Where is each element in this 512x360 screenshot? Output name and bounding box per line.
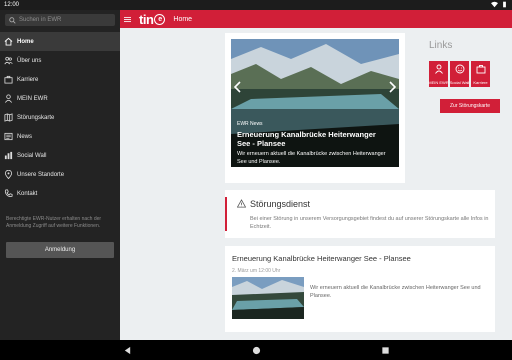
news-slider[interactable]: EWR News Erneuerung Kanalbrücke Heiterwa… bbox=[231, 39, 399, 167]
nav-item-label: News bbox=[17, 133, 33, 140]
service-title: Störungsdienst bbox=[250, 199, 311, 209]
nav-item-home[interactable]: Home bbox=[0, 32, 120, 51]
app-bar: tin e Home bbox=[120, 10, 512, 28]
battery-icon bbox=[503, 1, 506, 8]
search-input[interactable]: Suchen in EWR bbox=[5, 14, 115, 26]
pin-icon bbox=[4, 170, 13, 179]
logo-circle: e bbox=[154, 13, 166, 25]
warning-icon bbox=[237, 199, 246, 208]
nav-item-social-wall[interactable]: Social Wall bbox=[0, 146, 120, 165]
news-card[interactable]: Erneuerung Kanalbrücke Heiterwanger See … bbox=[225, 246, 495, 332]
link-tile-mein-ewr[interactable]: MEIN EWR bbox=[428, 61, 449, 87]
news-slider-card: EWR News Erneuerung Kanalbrücke Heiterwa… bbox=[225, 33, 405, 183]
news-thumbnail bbox=[232, 277, 304, 319]
people-icon bbox=[4, 56, 13, 65]
accent-bar bbox=[225, 197, 227, 231]
nav-item-news[interactable]: News bbox=[0, 127, 120, 146]
smiley-icon bbox=[455, 64, 464, 74]
chart-icon bbox=[4, 151, 13, 160]
page-title: Home bbox=[173, 15, 193, 23]
navigation-drawer: Suchen in EWR Home Über uns Karriere MEI… bbox=[0, 10, 120, 340]
map-icon bbox=[4, 113, 13, 122]
service-text: Bei einer Störung in unserem Versorgungs… bbox=[250, 216, 489, 230]
newspaper-icon bbox=[4, 132, 13, 141]
nav-item-label: MEIN EWR bbox=[17, 95, 48, 102]
drawer-menu: Home Über uns Karriere MEIN EWR Störungs… bbox=[0, 32, 120, 203]
nav-item-label: Über uns bbox=[17, 57, 42, 64]
login-hint: Berechtigte EWR-Nutzer erhalten nach der… bbox=[6, 216, 102, 229]
search-placeholder: Suchen in EWR bbox=[19, 17, 62, 23]
wifi-icon bbox=[491, 1, 498, 8]
status-time: 12:00 bbox=[4, 1, 20, 8]
logo-text: tin bbox=[139, 11, 154, 27]
link-tile-karriere[interactable]: Karriere bbox=[471, 61, 490, 87]
system-icons bbox=[491, 1, 508, 8]
nav-item-career[interactable]: Karriere bbox=[0, 70, 120, 89]
nav-item-label: Home bbox=[17, 38, 34, 45]
nav-item-standorte[interactable]: Unsere Standorte bbox=[0, 165, 120, 184]
nav-item-label: Karriere bbox=[17, 76, 39, 83]
nav-item-about[interactable]: Über uns bbox=[0, 51, 120, 70]
home-icon bbox=[4, 37, 13, 46]
link-tiles: MEIN EWR Social Wall Karriere bbox=[428, 61, 490, 87]
recents-icon[interactable] bbox=[381, 346, 390, 355]
links-heading: Links bbox=[429, 40, 453, 51]
slider-headline: Erneuerung Kanalbrücke Heiterwanger See … bbox=[237, 130, 376, 148]
link-tile-social-wall[interactable]: Social Wall bbox=[450, 61, 469, 87]
search-icon bbox=[9, 16, 16, 24]
stoerungsdienst-card[interactable]: Störungsdienst Bei einer Störung in unse… bbox=[225, 190, 495, 238]
nav-item-kontakt[interactable]: Kontakt bbox=[0, 184, 120, 203]
slider-tag: EWR News bbox=[237, 121, 263, 127]
stoerungskarte-button[interactable]: Zur Störungskarte bbox=[440, 99, 500, 113]
nav-item-label: Social Wall bbox=[17, 152, 47, 159]
login-button[interactable]: Anmeldung bbox=[6, 242, 114, 258]
main-content: EWR News Erneuerung Kanalbrücke Heiterwa… bbox=[120, 28, 512, 340]
slider-next-icon[interactable] bbox=[387, 81, 397, 93]
nav-item-stoerungskarte[interactable]: Störungskarte bbox=[0, 108, 120, 127]
nav-item-label: Unsere Standorte bbox=[17, 171, 65, 178]
system-nav-bar bbox=[0, 340, 512, 360]
menu-icon[interactable] bbox=[124, 16, 131, 23]
news-teaser: Wir erneuern aktuell die Kanalbrücke zwi… bbox=[310, 285, 481, 299]
news-title: Erneuerung Kanalbrücke Heiterwanger See … bbox=[232, 254, 411, 263]
person-icon bbox=[434, 64, 443, 74]
status-bar: 12:00 bbox=[0, 0, 512, 10]
tile-label: MEIN EWR bbox=[428, 80, 449, 85]
back-icon[interactable] bbox=[123, 346, 132, 355]
slider-caption: EWR News Erneuerung Kanalbrücke Heiterwa… bbox=[237, 121, 387, 166]
app-logo[interactable]: tin e bbox=[139, 11, 166, 27]
person-icon bbox=[5, 94, 12, 103]
nav-item-label: Kontakt bbox=[17, 190, 38, 197]
nav-item-mein-ewr[interactable]: MEIN EWR bbox=[0, 89, 120, 108]
slider-prev-icon[interactable] bbox=[233, 81, 243, 93]
news-date: 2. März um 12:00 Uhr bbox=[232, 268, 281, 274]
tile-label: Social Wall bbox=[449, 80, 470, 85]
briefcase-icon bbox=[4, 75, 13, 84]
nav-item-label: Störungskarte bbox=[17, 114, 55, 121]
home-button-icon[interactable] bbox=[252, 346, 261, 355]
tile-label: Karriere bbox=[473, 80, 488, 85]
briefcase-icon bbox=[476, 65, 485, 74]
phone-icon bbox=[4, 189, 13, 197]
slider-teaser: Wir erneuern aktuell die Kanalbrücke zwi… bbox=[237, 151, 386, 165]
